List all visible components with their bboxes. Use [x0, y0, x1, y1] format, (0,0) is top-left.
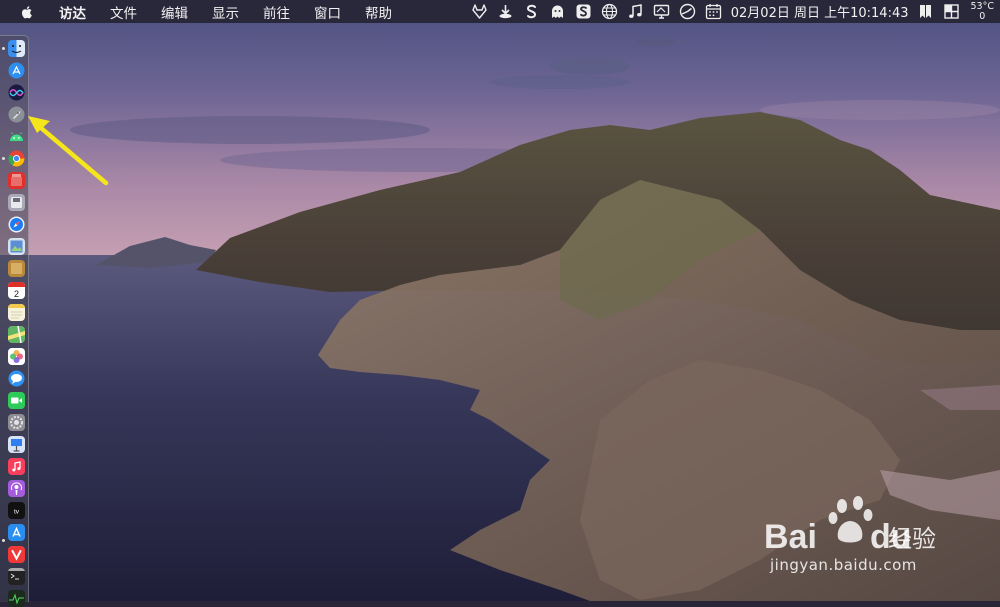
gitlab-fox-icon[interactable]: [471, 3, 488, 20]
running-indicator: [2, 539, 5, 542]
baidu-watermark-logo: Bai du 经验: [764, 496, 936, 556]
ghost-icon[interactable]: [549, 3, 566, 20]
android-icon[interactable]: [8, 128, 25, 145]
s-box-icon[interactable]: [575, 3, 592, 20]
activity-monitor-icon[interactable]: [8, 590, 25, 607]
watermark-brand-bai: Bai: [764, 518, 817, 556]
app-store-icon[interactable]: [8, 524, 25, 541]
temperature-value: 53°C: [970, 0, 994, 12]
apple-logo-icon[interactable]: [19, 4, 35, 20]
menu-help[interactable]: 帮助: [353, 2, 404, 22]
notes-icon[interactable]: [8, 304, 25, 321]
s-app-icon[interactable]: [523, 3, 540, 20]
preview-icon[interactable]: [8, 238, 25, 255]
menu-app-name[interactable]: 访达: [47, 2, 98, 22]
messages-icon[interactable]: [8, 370, 25, 387]
svg-text:tv: tv: [14, 509, 20, 516]
disk-utility-icon[interactable]: [8, 194, 25, 211]
apple-tv-icon[interactable]: tv: [8, 502, 25, 519]
display-icon[interactable]: [653, 3, 670, 20]
menu-go[interactable]: 前往: [251, 2, 302, 22]
maps-icon[interactable]: [8, 326, 25, 343]
podcasts-icon[interactable]: [8, 480, 25, 497]
facetime-icon[interactable]: [8, 392, 25, 409]
menu-view[interactable]: 显示: [200, 2, 251, 22]
svg-text:2: 2: [14, 289, 19, 299]
running-indicator: [2, 157, 5, 160]
globe-icon[interactable]: [601, 3, 618, 20]
grid-icon[interactable]: [943, 3, 960, 20]
menu-file[interactable]: 文件: [98, 2, 149, 22]
notes-brown-icon[interactable]: [8, 260, 25, 277]
chrome-icon[interactable]: [8, 150, 25, 167]
temperature-sub-value: 0: [979, 10, 986, 22]
watermark-chinese: 经验: [888, 525, 936, 553]
calendar-icon[interactable]: 2: [8, 282, 25, 299]
watermark-url: jingyan.baidu.com: [770, 556, 917, 574]
menu-window[interactable]: 窗口: [302, 2, 353, 22]
keynote-icon[interactable]: [8, 436, 25, 453]
menu-bar: 访达 文件 编辑 显示 前往 窗口 帮助 02月02日 周日 上午10:14:4…: [0, 0, 1000, 23]
menubar-clock[interactable]: 02月02日 周日 上午10:14:43: [727, 2, 913, 21]
temperature-widget[interactable]: 53°C 0: [970, 0, 994, 22]
calendar-red-icon[interactable]: [8, 172, 25, 189]
photos-icon[interactable]: [8, 348, 25, 365]
dock: 2 tv: [0, 35, 29, 607]
siri-icon[interactable]: [8, 84, 25, 101]
system-preferences-icon[interactable]: [8, 414, 25, 431]
vivaldi-icon[interactable]: [8, 546, 25, 563]
calendar-icon[interactable]: [705, 3, 722, 20]
music-icon[interactable]: [8, 458, 25, 475]
download-tray-icon[interactable]: [497, 3, 514, 20]
menu-edit[interactable]: 编辑: [149, 2, 200, 22]
bookmark-icon[interactable]: [917, 3, 934, 20]
music-note-icon[interactable]: [627, 3, 644, 20]
status-area: 02月02日 周日 上午10:14:43 53°C 0: [467, 0, 1000, 23]
terminal-icon[interactable]: [8, 568, 25, 585]
clock-dial-icon[interactable]: [679, 3, 696, 20]
app-store-blue-icon[interactable]: [8, 62, 25, 79]
running-indicator: [2, 47, 5, 50]
launchpad-rocket-icon[interactable]: [8, 106, 25, 123]
safari-icon[interactable]: [8, 216, 25, 233]
finder-icon[interactable]: [8, 40, 25, 57]
